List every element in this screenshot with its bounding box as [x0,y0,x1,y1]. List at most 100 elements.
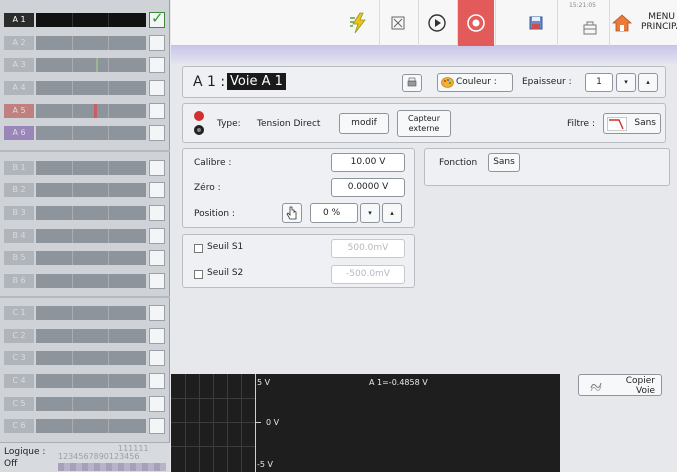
scope-mid-label: 0 V [266,418,280,427]
position-up-button[interactable]: ▴ [382,203,402,223]
external-sensor-button[interactable]: Capteur externe [397,110,451,137]
channel-row[interactable]: C 6 [4,418,166,434]
channel-strip [36,81,146,95]
menu-line1: MENU [648,12,675,22]
channel-visible-checkbox[interactable] [149,125,165,141]
save-button[interactable] [518,4,554,42]
thresholds-panel: Seuil S1 500.0mV Seuil S2 -500.0mV [182,234,415,288]
channel-visible-checkbox[interactable] [149,182,165,198]
channel-visible-checkbox[interactable] [149,350,165,366]
channel-tag: B 5 [4,251,34,265]
signal-preview: 5 V 0 V -5 V A 1=-0.4858 V [171,374,560,472]
position-field[interactable]: 0 % [310,203,358,223]
color-button[interactable]: Couleur : [437,73,513,92]
logic-numbers: 1234567890123456 [58,452,140,461]
channel-strip [36,58,146,72]
copy-channel-button[interactable]: Copier Voie [578,374,662,396]
channel-row[interactable]: B 4 [4,228,166,244]
channel-row[interactable]: B 5 [4,250,166,266]
channel-row[interactable]: A 5 [4,103,166,119]
type-value: Tension Direct [257,119,321,129]
clock: 15:21:05 [569,2,596,9]
channel-strip [36,397,146,411]
menu-line2: PRINCIPAL [641,22,677,32]
channel-visible-checkbox[interactable] [149,160,165,176]
channel-visible-checkbox[interactable] [149,396,165,412]
channel-row[interactable]: B 3 [4,205,166,221]
channel-visible-checkbox[interactable]: ✓ [149,9,165,28]
lightning-icon [350,12,366,34]
play-button[interactable] [419,4,455,42]
toolbar-divider [557,0,558,46]
channel-row[interactable]: C 5 [4,396,166,412]
channel-row[interactable]: C 2 [4,328,166,344]
main-menu-button[interactable] [610,4,634,42]
channel-list-panel: A 1 ✓ A 2 A 3 A 4 A 5 A 6 B 1 B 2 B 3 B … [0,0,170,472]
thickness-field[interactable]: 1 [585,73,613,92]
channel-tag: B 6 [4,274,34,288]
channel-tag: C 5 [4,397,34,411]
filter-button[interactable]: Sans [603,113,661,134]
channel-visible-checkbox[interactable] [149,57,165,73]
channel-tag: C 4 [4,374,34,388]
thickness-down-button[interactable]: ▾ [616,73,636,92]
calibre-field[interactable]: 10.00 V [331,153,405,172]
main-menu-label[interactable]: MENU PRINCIPAL [641,12,677,32]
channel-visible-checkbox[interactable] [149,418,165,434]
channel-strip [36,351,146,365]
channel-row[interactable]: B 1 [4,160,166,176]
channel-row[interactable]: C 1 [4,305,166,321]
filter-value: Sans [634,118,656,128]
channel-visible-checkbox[interactable] [149,328,165,344]
position-cursor-button[interactable] [282,203,302,223]
channel-name-input[interactable]: Voie A 1 [227,73,286,90]
threshold-s2-field[interactable]: -500.0mV [331,265,405,284]
channel-tag: A 2 [4,36,34,50]
zero-label: Zéro : [194,183,221,193]
channel-strip [36,419,146,433]
sensor-line1: Capteur [408,114,440,123]
channel-row[interactable]: A 4 [4,80,166,96]
channel-visible-checkbox[interactable] [149,373,165,389]
type-label: Type: [217,119,241,129]
position-down-button[interactable]: ▾ [360,203,380,223]
settings-tool-button[interactable] [572,9,608,47]
channel-visible-checkbox[interactable] [149,205,165,221]
channel-visible-checkbox[interactable] [149,35,165,51]
window-tool-button[interactable] [380,4,416,42]
channel-row[interactable]: B 2 [4,182,166,198]
channel-strip [36,13,146,27]
lowpass-filter-icon [607,117,627,131]
channel-strip [36,274,146,288]
channel-visible-checkbox[interactable] [149,250,165,266]
print-button[interactable] [402,74,422,92]
power-tool-button[interactable] [341,4,377,42]
play-icon [428,14,446,32]
threshold-s2-checkbox[interactable] [194,270,203,279]
channel-row[interactable]: A 2 [4,35,166,51]
function-button[interactable]: Sans [488,153,520,172]
channel-row[interactable]: A 6 [4,125,166,141]
threshold-s1-field[interactable]: 500.0mV [331,239,405,258]
channel-strip [36,183,146,197]
channel-visible-checkbox[interactable] [149,80,165,96]
channel-row[interactable]: C 4 [4,373,166,389]
threshold-s1-checkbox[interactable] [194,244,203,253]
hand-pointer-icon [286,206,297,220]
modif-button[interactable]: modif [339,113,389,134]
channel-tag: A 3 [4,58,34,72]
checkmark-icon: ✓ [151,9,164,27]
channel-tag: C 1 [4,306,34,320]
zero-field[interactable]: 0.0000 V [331,178,405,197]
channel-visible-checkbox[interactable] [149,305,165,321]
logic-channels-row[interactable]: Logique : Off 111111 1234567890123456 [0,442,170,472]
thickness-up-button[interactable]: ▴ [638,73,658,92]
channel-visible-checkbox[interactable] [149,273,165,289]
channel-row[interactable]: B 6 [4,273,166,289]
channel-row-a1[interactable]: A 1 ✓ [4,9,166,28]
channel-row[interactable]: A 3 [4,57,166,73]
channel-row[interactable]: C 3 [4,350,166,366]
channel-visible-checkbox[interactable] [149,228,165,244]
record-button[interactable] [458,0,494,46]
channel-visible-checkbox[interactable] [149,103,165,119]
